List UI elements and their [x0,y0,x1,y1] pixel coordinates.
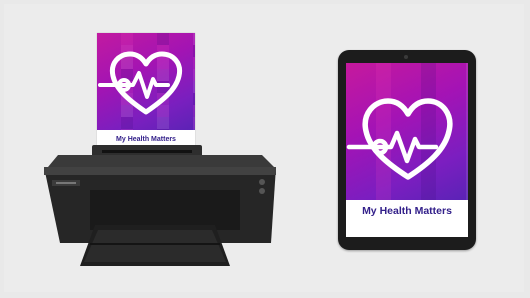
printed-page-cover-art [97,33,195,130]
tablet-screen: My Health Matters [346,63,468,237]
promo-illustration: My Health Matters My Health Matters [0,0,530,298]
printed-page-title: My Health Matters [116,136,176,143]
tablet-device: My Health Matters [338,50,476,250]
printed-page: My Health Matters [97,33,195,153]
heart-pulse-icon [346,98,453,180]
tablet-cover-art [346,63,468,200]
tablet-page-title: My Health Matters [362,205,452,217]
tablet-camera [404,55,408,59]
heart-pulse-icon [98,51,183,115]
